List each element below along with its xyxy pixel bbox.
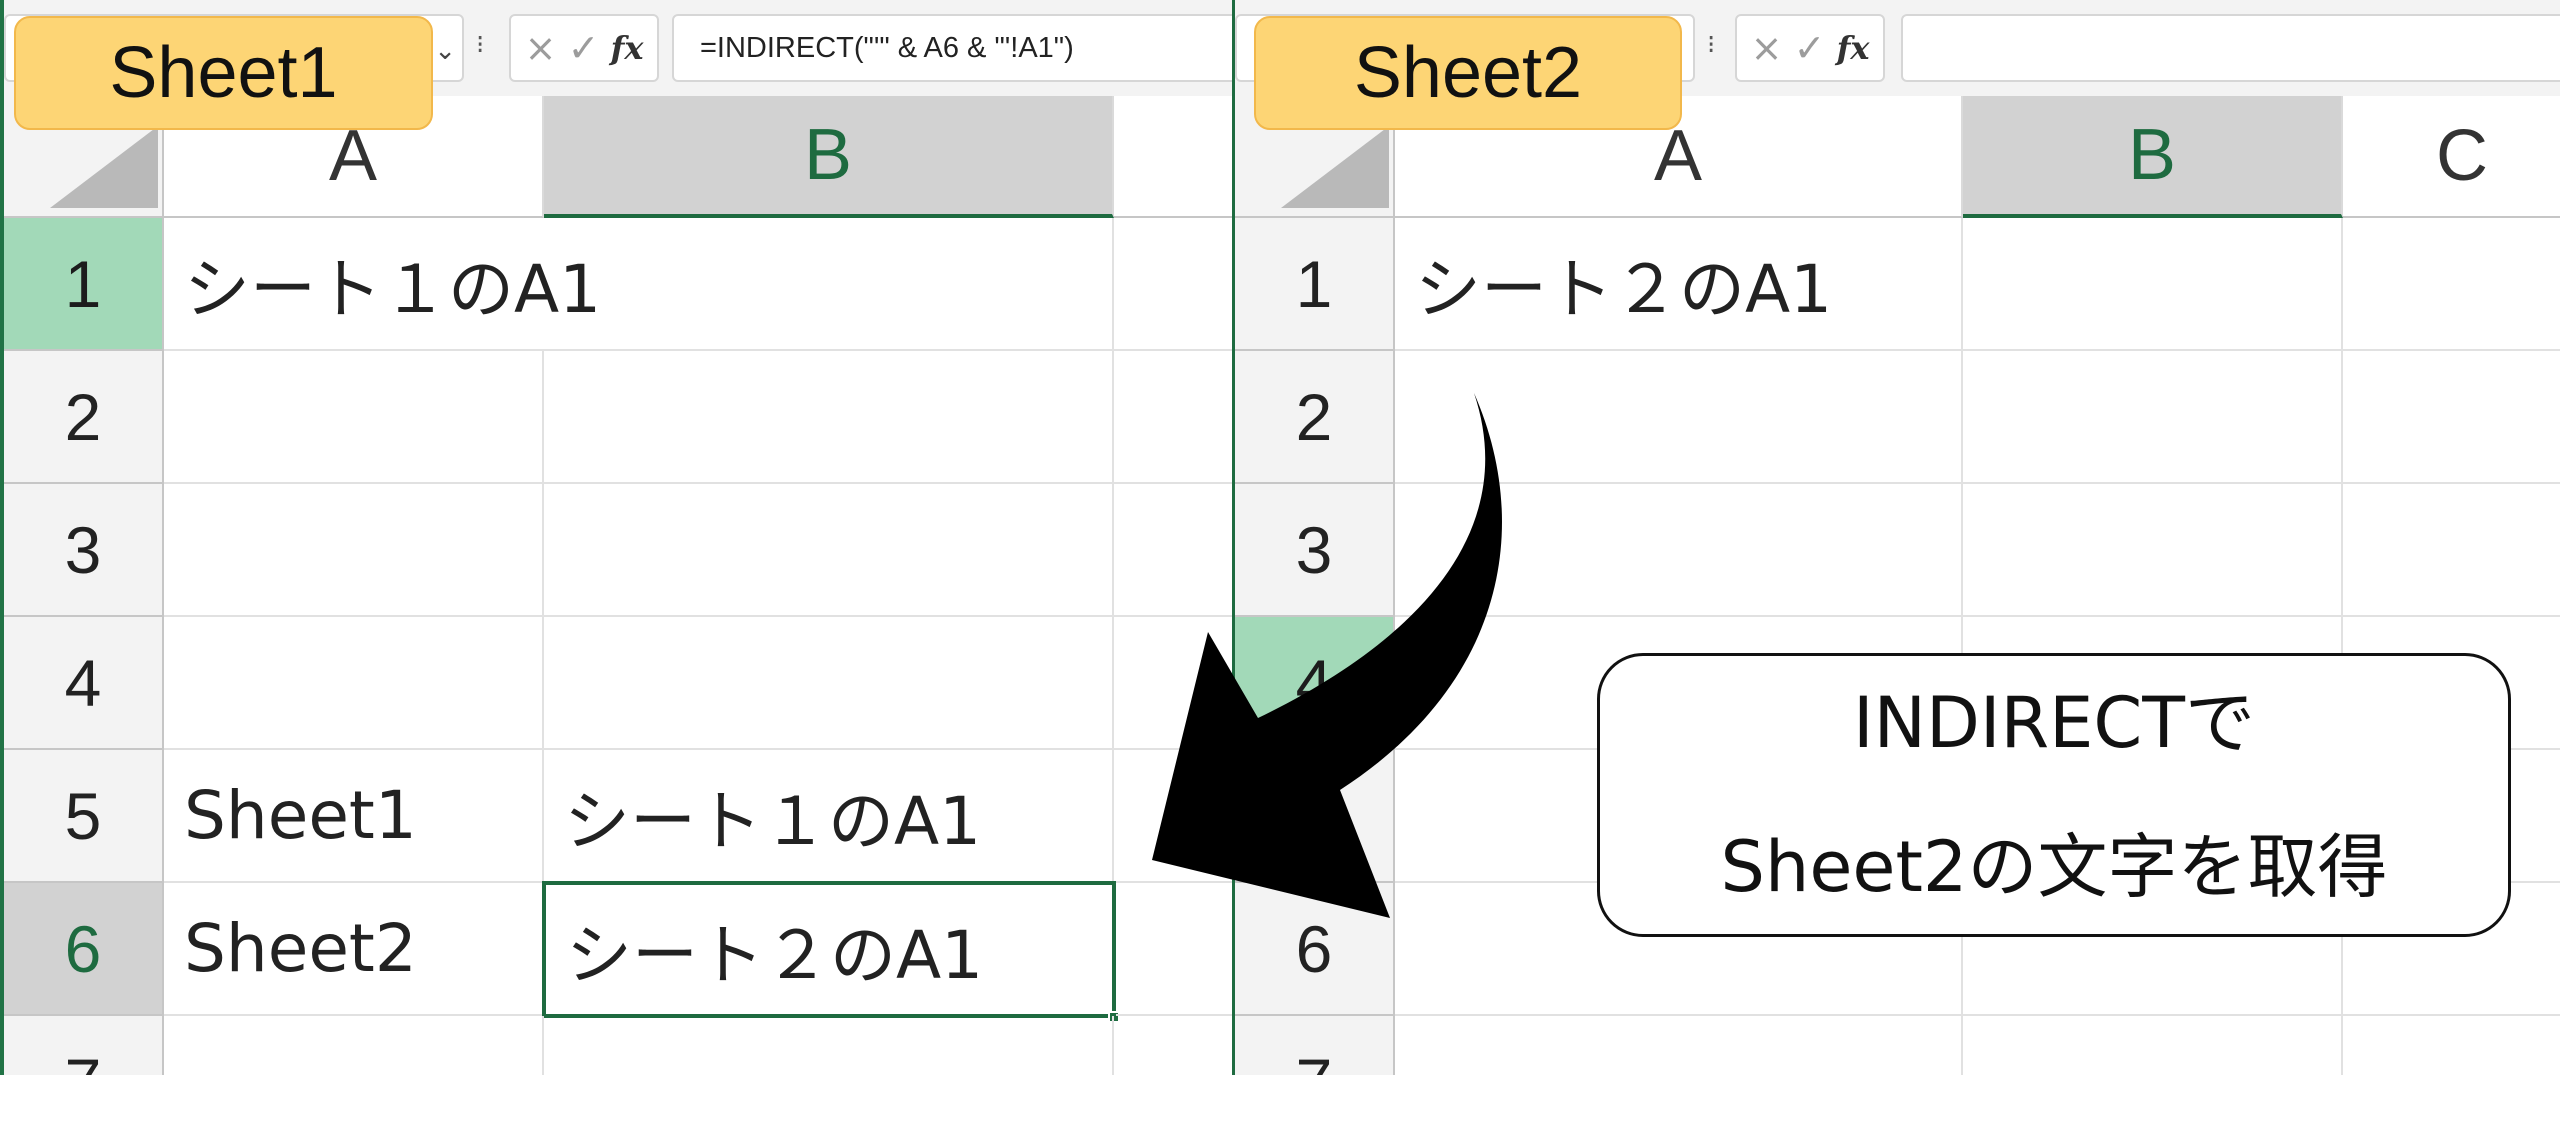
callout-line-2: Sheet2の文字を取得 bbox=[1720, 826, 2388, 908]
callout-line-1: INDIRECTで bbox=[1852, 682, 2256, 764]
annotation-callout: INDIRECTで Sheet2の文字を取得 bbox=[1597, 653, 2511, 937]
curved-arrow-icon bbox=[1152, 393, 1502, 918]
